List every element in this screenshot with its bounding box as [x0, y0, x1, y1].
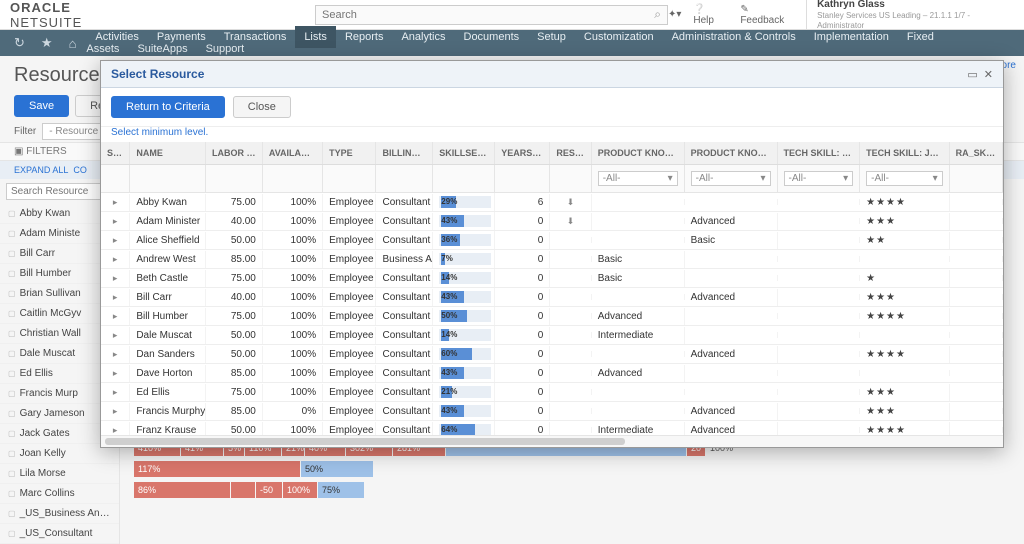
- table-row[interactable]: ▸Beth Castle75.00100%EmployeeConsultant1…: [101, 269, 1003, 288]
- table-row[interactable]: ▸Andrew West85.00100%EmployeeBusiness An…: [101, 250, 1003, 269]
- column-filter[interactable]: -All-: [598, 171, 678, 186]
- sidebar-item[interactable]: Lila Morse: [0, 464, 119, 484]
- main-nav: ↻ ★ ⌂ ActivitiesPaymentsTransactionsList…: [0, 30, 1024, 56]
- table-row[interactable]: ▸Dan Sanders50.00100%EmployeeConsultant6…: [101, 345, 1003, 364]
- col-header[interactable]: TYPE: [323, 142, 376, 164]
- column-filter[interactable]: -All-: [784, 171, 854, 186]
- back-icon[interactable]: ↻: [8, 35, 31, 51]
- col-header[interactable]: TECH SKILL: JAVASCRIPT: [860, 142, 949, 164]
- nav-customization[interactable]: Customization: [575, 26, 663, 48]
- table-row[interactable]: ▸Franz Krause50.00100%EmployeeConsultant…: [101, 421, 1003, 435]
- search-input[interactable]: [322, 9, 654, 21]
- sidebar-item[interactable]: _US_Business Analyst: [0, 504, 119, 524]
- nav-reports[interactable]: Reports: [336, 26, 393, 48]
- col-header[interactable]: NAME: [130, 142, 206, 164]
- col-header[interactable]: PRODUCT KNOWLEDGE: CRM: [592, 142, 685, 164]
- search-icon: ⌕: [654, 7, 661, 22]
- nav-suiteapps[interactable]: SuiteApps: [128, 38, 196, 60]
- col-header[interactable]: SKILLSET SCORE: [433, 142, 495, 164]
- modal-hint: Select minimum level.: [101, 127, 1003, 142]
- select-resource-modal: Select Resource ▭ ✕ Return to Criteria C…: [100, 60, 1004, 448]
- nav-lists[interactable]: Lists: [295, 26, 336, 48]
- save-button[interactable]: Save: [14, 95, 69, 117]
- role-icon[interactable]: ✦▾: [668, 9, 681, 20]
- table-row[interactable]: ▸Ed Ellis75.00100%EmployeeConsultant21%0…: [101, 383, 1003, 402]
- table-row[interactable]: ▸Alice Sheffield50.00100%EmployeeConsult…: [101, 231, 1003, 250]
- global-search[interactable]: ⌕: [315, 5, 668, 25]
- feedback-link[interactable]: ✎ Feedback: [740, 4, 794, 26]
- col-header[interactable]: PRODUCT KNOWLEDGE: BI: [685, 142, 778, 164]
- modal-close-button[interactable]: Close: [233, 96, 291, 118]
- nav-implementation[interactable]: Implementation: [805, 26, 898, 48]
- col-header[interactable]: AVAILABILITY: [263, 142, 323, 164]
- col-header[interactable]: LABOR COST: [206, 142, 263, 164]
- table-row[interactable]: ▸Francis Murphy85.000%EmployeeConsultant…: [101, 402, 1003, 421]
- table-row[interactable]: ▸Adam Minister40.00100%EmployeeConsultan…: [101, 212, 1003, 231]
- table-row[interactable]: ▸Bill Carr40.00100%EmployeeConsultant43%…: [101, 288, 1003, 307]
- sidebar-item[interactable]: Marc Collins: [0, 484, 119, 504]
- popout-icon[interactable]: ▭: [967, 68, 977, 81]
- nav-documents[interactable]: Documents: [455, 26, 529, 48]
- star-icon[interactable]: ★: [35, 35, 59, 51]
- sidebar-item[interactable]: _US_Consultant: [0, 524, 119, 544]
- column-filter[interactable]: -All-: [691, 171, 771, 186]
- home-icon[interactable]: ⌂: [63, 36, 83, 51]
- col-header[interactable]: SELECT: [101, 142, 130, 164]
- table-row[interactable]: ▸Dale Muscat50.00100%EmployeeConsultant1…: [101, 326, 1003, 345]
- table-row[interactable]: ▸Abby Kwan75.00100%EmployeeConsultant29%…: [101, 193, 1003, 212]
- nav-support[interactable]: Support: [197, 38, 254, 60]
- col-header[interactable]: YEARS OF EXPERIENCE: [495, 142, 550, 164]
- filter-label: Filter: [14, 126, 36, 137]
- nav-setup[interactable]: Setup: [528, 26, 575, 48]
- horizontal-scrollbar[interactable]: [101, 435, 1003, 447]
- modal-title: Select Resource: [111, 67, 204, 81]
- col-header[interactable]: RA_SKILL_LEVE: [950, 142, 1003, 164]
- return-to-criteria-button[interactable]: Return to Criteria: [111, 96, 225, 118]
- col-header[interactable]: RESUME: [550, 142, 591, 164]
- nav-analytics[interactable]: Analytics: [392, 26, 454, 48]
- col-header[interactable]: BILLING CLASS: [376, 142, 433, 164]
- table-row[interactable]: ▸Bill Humber75.00100%EmployeeConsultant5…: [101, 307, 1003, 326]
- table-row[interactable]: ▸Dave Horton85.00100%EmployeeConsultant4…: [101, 364, 1003, 383]
- col-header[interactable]: TECH SKILL: JAVA EE: [778, 142, 861, 164]
- help-link[interactable]: ❔ Help: [693, 4, 728, 26]
- close-icon[interactable]: ✕: [984, 68, 993, 81]
- column-filter[interactable]: -All-: [866, 171, 942, 186]
- resource-grid[interactable]: SELECTNAMELABOR COSTAVAILABILITYTYPEBILL…: [101, 142, 1003, 435]
- nav-administration-controls[interactable]: Administration & Controls: [663, 26, 805, 48]
